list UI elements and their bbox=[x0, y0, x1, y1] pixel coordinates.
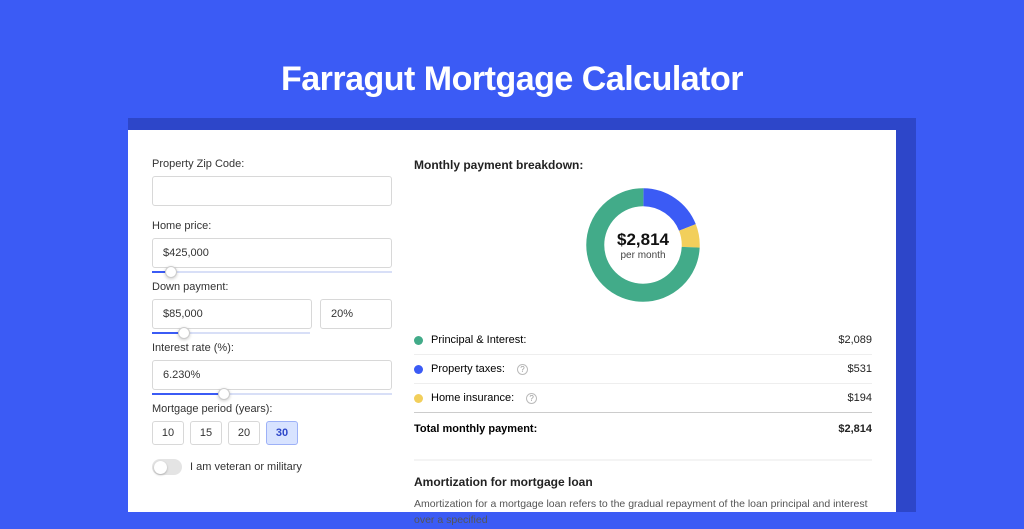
home-price-group: Home price: bbox=[152, 220, 392, 273]
results-panel: Monthly payment breakdown: $2,814 per mo… bbox=[414, 158, 872, 512]
legend-dot bbox=[414, 336, 423, 345]
slider-fill bbox=[152, 393, 224, 395]
donut-center: $2,814 per month bbox=[580, 182, 706, 308]
info-icon[interactable]: ? bbox=[517, 364, 528, 375]
donut-chart-wrap: $2,814 per month bbox=[414, 182, 872, 308]
legend: Principal & Interest: $2,089 Property taxe… bbox=[414, 326, 872, 412]
home-price-slider[interactable] bbox=[152, 271, 392, 273]
slider-track bbox=[152, 271, 392, 273]
interest-slider[interactable] bbox=[152, 393, 392, 395]
veteran-label: I am veteran or military bbox=[190, 461, 302, 473]
legend-value: $2,089 bbox=[838, 334, 872, 346]
legend-label: Property taxes: bbox=[431, 363, 505, 375]
down-payment-slider[interactable] bbox=[152, 332, 310, 334]
interest-label: Interest rate (%): bbox=[152, 342, 392, 354]
down-payment-group: Down payment: bbox=[152, 281, 392, 334]
slider-thumb[interactable] bbox=[165, 266, 177, 278]
total-row: Total monthly payment: $2,814 bbox=[414, 412, 872, 443]
legend-value: $531 bbox=[848, 363, 872, 375]
period-options: 10152030 bbox=[152, 421, 392, 445]
zip-field-group: Property Zip Code: bbox=[152, 158, 392, 206]
down-payment-input[interactable] bbox=[152, 299, 312, 329]
legend-value: $194 bbox=[848, 392, 872, 404]
period-option-30[interactable]: 30 bbox=[266, 421, 298, 445]
total-label: Total monthly payment: bbox=[414, 423, 537, 435]
input-panel: Property Zip Code: Home price: Down paym… bbox=[152, 158, 392, 512]
donut-amount: $2,814 bbox=[617, 230, 669, 250]
amortization-section: Amortization for mortgage loan Amortizat… bbox=[414, 459, 872, 529]
interest-group: Interest rate (%): bbox=[152, 342, 392, 395]
legend-row: Principal & Interest: $2,089 bbox=[414, 326, 872, 354]
breakdown-title: Monthly payment breakdown: bbox=[414, 158, 872, 172]
legend-row: Property taxes:? $531 bbox=[414, 354, 872, 383]
legend-row: Home insurance:? $194 bbox=[414, 383, 872, 412]
mortgage-period-group: Mortgage period (years): 10152030 bbox=[152, 403, 392, 445]
toggle-knob bbox=[154, 461, 167, 474]
slider-thumb[interactable] bbox=[218, 388, 230, 400]
legend-dot bbox=[414, 365, 423, 374]
legend-label: Home insurance: bbox=[431, 392, 514, 404]
interest-input[interactable] bbox=[152, 360, 392, 390]
total-value: $2,814 bbox=[838, 423, 872, 435]
legend-dot bbox=[414, 394, 423, 403]
period-option-15[interactable]: 15 bbox=[190, 421, 222, 445]
legend-left: Property taxes:? bbox=[414, 363, 528, 375]
mortgage-period-label: Mortgage period (years): bbox=[152, 403, 392, 415]
info-icon[interactable]: ? bbox=[526, 393, 537, 404]
home-price-input[interactable] bbox=[152, 238, 392, 268]
donut-sub: per month bbox=[620, 250, 665, 261]
legend-label: Principal & Interest: bbox=[431, 334, 526, 346]
calculator-card: Property Zip Code: Home price: Down paym… bbox=[128, 130, 896, 512]
legend-left: Home insurance:? bbox=[414, 392, 537, 404]
veteran-toggle[interactable] bbox=[152, 459, 182, 475]
zip-input[interactable] bbox=[152, 176, 392, 206]
zip-label: Property Zip Code: bbox=[152, 158, 392, 170]
veteran-row: I am veteran or military bbox=[152, 459, 392, 475]
home-price-label: Home price: bbox=[152, 220, 392, 232]
amortization-title: Amortization for mortgage loan bbox=[414, 475, 872, 489]
slider-thumb[interactable] bbox=[178, 327, 190, 339]
period-option-20[interactable]: 20 bbox=[228, 421, 260, 445]
period-option-10[interactable]: 10 bbox=[152, 421, 184, 445]
amortization-text: Amortization for a mortgage loan refers … bbox=[414, 497, 872, 529]
donut-chart: $2,814 per month bbox=[580, 182, 706, 308]
down-payment-label: Down payment: bbox=[152, 281, 392, 293]
legend-left: Principal & Interest: bbox=[414, 334, 526, 346]
page-title: Farragut Mortgage Calculator bbox=[0, 0, 1024, 121]
down-payment-pct-input[interactable] bbox=[320, 299, 392, 329]
